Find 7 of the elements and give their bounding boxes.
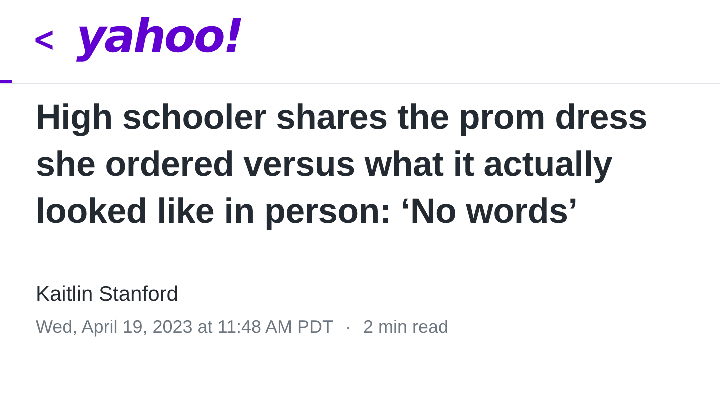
- separator-dot: ·: [346, 317, 352, 338]
- back-button[interactable]: <: [30, 20, 59, 60]
- read-time: 2 min read: [364, 317, 449, 338]
- article-headline: High schooler shares the prom dress she ordered versus what it actually looked like in person: ‘No words’: [36, 97, 649, 233]
- yahoo-logo[interactable]: yahoo!: [76, 9, 242, 63]
- author-name[interactable]: Kaitlin Stanford: [36, 283, 684, 307]
- publish-date: Wed, April 19, 2023 at 11:48 AM PDT: [36, 317, 334, 338]
